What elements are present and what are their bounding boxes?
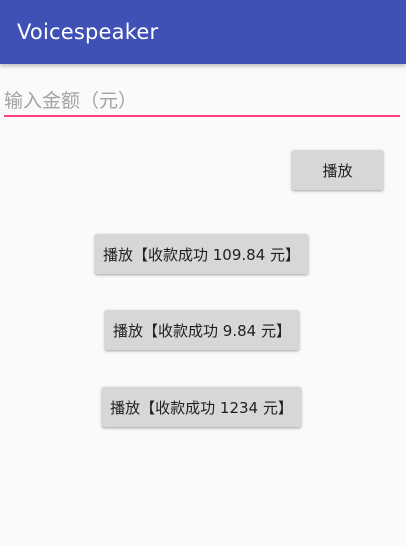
amount-input-underline (4, 115, 400, 117)
app-bar: Voicespeaker (0, 0, 406, 64)
play-preset-9-84-button[interactable]: 播放【收款成功 9.84 元】 (105, 310, 299, 350)
amount-input[interactable] (4, 86, 400, 115)
play-button[interactable]: 播放 (292, 150, 383, 190)
app-title: Voicespeaker (17, 20, 159, 44)
play-preset-1234-button[interactable]: 播放【收款成功 1234 元】 (102, 387, 301, 427)
amount-field (0, 86, 406, 120)
play-preset-109-84-button[interactable]: 播放【收款成功 109.84 元】 (95, 234, 308, 274)
